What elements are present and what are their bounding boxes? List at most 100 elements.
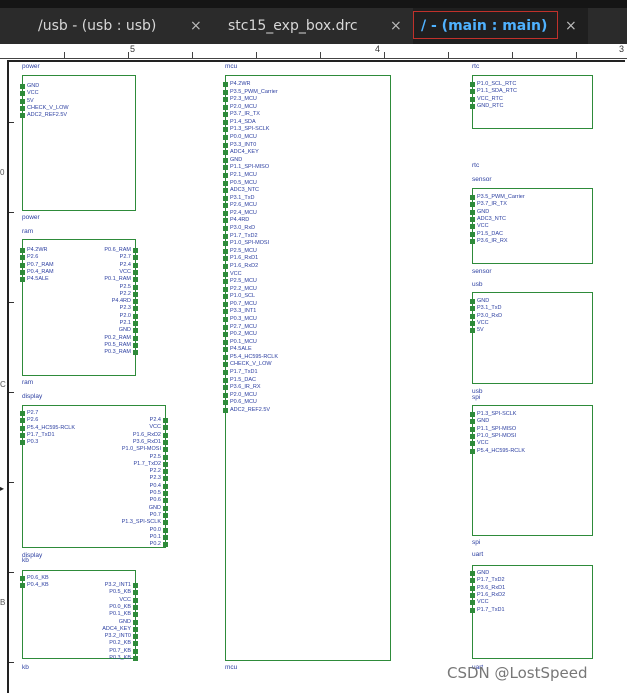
sheet-pin[interactable]: GND: [25, 505, 168, 511]
sheet-pin[interactable]: P0.3_RAM: [25, 349, 138, 356]
sheet-pin[interactable]: P2.2: [25, 468, 168, 475]
sheet-pin[interactable]: P2.4: [25, 261, 138, 268]
tab-usb-close-icon[interactable]: ×: [190, 8, 202, 44]
pin-marker-icon: [223, 407, 228, 413]
pin-marker-icon: [223, 119, 228, 125]
pin-marker-icon: [223, 248, 228, 254]
pin-label: P3.5_PWM_Carrier: [477, 194, 525, 200]
sheet-pin[interactable]: P0.2: [25, 541, 168, 548]
sheet-symbol-power[interactable]: GND VCC 5V CHECK_V_LOW ADC2_REF2.5V: [20, 75, 136, 211]
pin-marker-icon: [223, 89, 228, 95]
sheet-symbol-display[interactable]: P2.7 P2.6 P5.4_HC595-RCLK P1.7_TxD1 P0.3 P2.4…: [20, 405, 168, 548]
sheet-pin[interactable]: VCC: [25, 597, 138, 603]
pin-label: VCC: [477, 223, 489, 230]
sheet-pin[interactable]: P0.7_KB: [25, 648, 138, 654]
sheet-pin[interactable]: P3.2_INT0: [25, 633, 138, 640]
pin-label: P2.6_MCU: [230, 202, 257, 209]
sheet-pin[interactable]: P3.2_INT1: [25, 582, 138, 588]
pin-label: P2.4: [119, 261, 131, 268]
pin-label: P0.7: [149, 511, 161, 518]
sheet-pin[interactable]: P4.4RD: [25, 298, 138, 305]
sheet-pin[interactable]: P2.2: [25, 291, 138, 297]
sheet-pin[interactable]: P2.3: [25, 475, 168, 482]
sheet-pin[interactable]: P0.5_KB: [25, 589, 138, 596]
sheet-pin[interactable]: P0.6_RAM: [25, 247, 138, 253]
tab-drc-label: stc15_exp_box.drc: [228, 18, 358, 34]
sheet-pin[interactable]: GND: [25, 327, 138, 334]
sheet-pin[interactable]: ADC4_KEY: [25, 626, 138, 632]
sheet-pin[interactable]: P0.1_RAM: [25, 276, 138, 283]
pin-marker-icon: [223, 271, 228, 277]
sheet-symbol-uart[interactable]: GND P1.7_TxD2 P3.6_RxD1 P1.6_RxD2 VCC P1.7_Tx…: [470, 565, 593, 659]
pin-marker-icon: [470, 82, 475, 87]
pin-label: P2.3: [119, 305, 131, 312]
pin-marker-icon: [133, 313, 138, 319]
pin-label: GND: [118, 327, 131, 334]
sheet-pin[interactable]: P1.0_SPI-MOSI: [25, 446, 168, 453]
sheet-pin[interactable]: P1.3_SPI-SCLK: [25, 519, 168, 526]
sheet-symbol-spi[interactable]: P1.3_SPI-SCLK GND P1.1_SPI-MISO P1.0_SPI-MO…: [470, 405, 593, 536]
sheet-pin[interactable]: P0.5_RAM: [25, 342, 138, 348]
sheet-pin[interactable]: P0.3_KB: [25, 655, 138, 661]
sheet-pin[interactable]: P2.1: [25, 320, 138, 326]
sheet-pin[interactable]: P3.6_RxD1: [25, 439, 168, 445]
sheet-pin[interactable]: VCC: [25, 269, 138, 275]
pin-label: P1.7_TxD1: [477, 606, 505, 613]
sheet-symbol-kb[interactable]: P0.6_KB P0.4_KB P3.2_INT1 P0.5_KB VCC P0.0_KB…: [20, 570, 138, 661]
sheet-pin[interactable]: P0.1: [25, 534, 168, 540]
pin-label: P3.3_INT1: [230, 308, 257, 315]
sheet-pin[interactable]: P0.0: [25, 527, 168, 533]
sheet-pin[interactable]: GND: [25, 619, 138, 625]
pin-marker-icon: [470, 433, 475, 439]
sheet-pin[interactable]: P0.5: [25, 490, 168, 496]
sheet-symbol-rtc[interactable]: P1.0_SCL_RTC P1.1_SDA_RTC VCC_RTC GND_RTC: [470, 75, 593, 129]
sheet-pin[interactable]: VCC: [25, 424, 168, 431]
pin-marker-icon: [470, 306, 475, 312]
pin-marker-icon: [223, 294, 228, 300]
sheet-pin[interactable]: P2.0: [25, 313, 138, 319]
pin-marker-icon: [20, 84, 25, 89]
pin-marker-icon: [223, 233, 228, 239]
pin-marker-icon: [223, 135, 228, 141]
pin-label: P1.5_DAC: [230, 376, 256, 383]
pin-marker-icon: [223, 127, 228, 133]
sheet-pin[interactable]: P0.2_RAM: [25, 335, 138, 341]
sheet-symbol-usb[interactable]: GND P3.1_TxD P3.0_RxD VCC 5V: [470, 292, 593, 384]
tab-main[interactable]: / - (main : main) ×: [413, 8, 588, 44]
tab-usb[interactable]: /usb - (usb : usb) ×: [0, 8, 214, 44]
pin-marker-icon: [470, 426, 475, 432]
sheet-pin[interactable]: P0.0_KB: [25, 604, 138, 610]
tab-drc-close-icon[interactable]: ×: [390, 8, 402, 44]
block-label-display: display: [22, 393, 43, 400]
left-ruler-number: C: [0, 380, 6, 389]
pin-label: ADC4_KEY: [230, 149, 259, 156]
tab-usb-label: /usb - (usb : usb): [38, 18, 157, 34]
pin-marker-icon: [470, 571, 475, 576]
pin-marker-icon: [223, 203, 228, 209]
sheet-symbol-ram[interactable]: P4.2WR P2.6 P0.7_RAM P0.4_RAM P4.5ALE P0.6_RA…: [20, 239, 138, 376]
sheet-pin[interactable]: P2.5: [25, 454, 168, 460]
pin-marker-icon: [223, 263, 228, 269]
sheet-symbol-mcu[interactable]: P4.2WR P3.5_PWM_Carrier P2.3_MCU P2.0_MCU P3…: [223, 75, 391, 661]
pin-marker-icon: [470, 592, 475, 598]
sheet-pin[interactable]: P1.7_TxD2: [25, 461, 168, 467]
pin-marker-icon: [470, 96, 475, 102]
sheet-pin[interactable]: P1.6_RxD2: [25, 432, 168, 438]
sheet-pin[interactable]: P2.4: [25, 417, 168, 423]
tab-main-close-icon[interactable]: ×: [565, 8, 577, 44]
sheet-pin[interactable]: P0.7: [25, 511, 168, 518]
sheet-pin[interactable]: P0.4: [25, 483, 168, 489]
sheet-pin[interactable]: P2.5: [25, 284, 138, 290]
sheet-pin[interactable]: P2.3: [25, 305, 138, 312]
pin-label: P1.7_TxD2: [477, 577, 505, 584]
sheet-pin[interactable]: P0.6: [25, 497, 168, 504]
pin-marker-icon: [223, 226, 228, 232]
sheet-pin[interactable]: P2.7: [25, 254, 138, 261]
pin-label: P2.1_MCU: [230, 171, 257, 178]
pin-label: P2.7: [27, 410, 39, 416]
pin-label: CHECK_V_LOW: [230, 361, 272, 368]
sheet-pin[interactable]: P0.1_KB: [25, 611, 138, 618]
sheet-symbol-sensor[interactable]: P3.5_PWM_Carrier P3.7_IR_TX GND ADC3_NTC VCC…: [470, 188, 593, 264]
sheet-pin[interactable]: P0.2_KB: [25, 640, 138, 647]
tab-drc[interactable]: stc15_exp_box.drc ×: [214, 8, 412, 44]
